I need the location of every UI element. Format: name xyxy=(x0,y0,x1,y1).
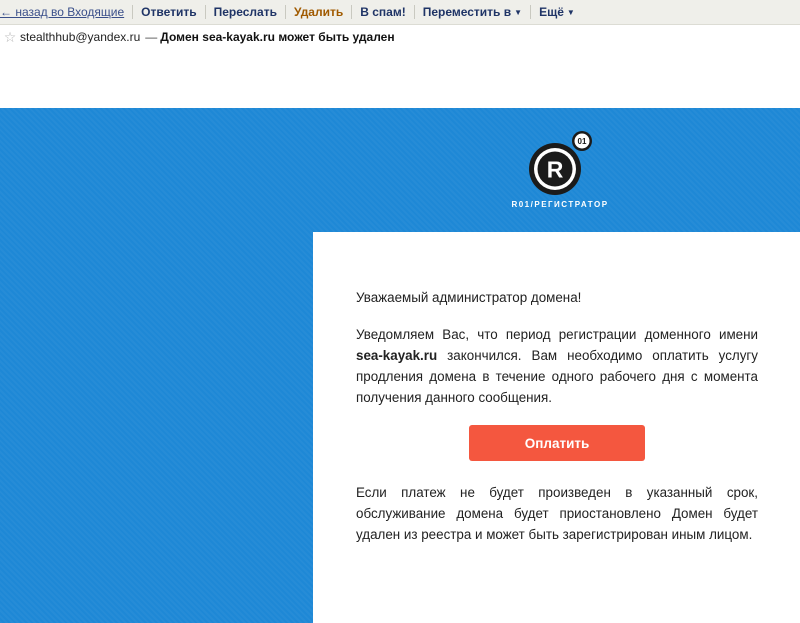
warning-paragraph: Если платеж не будет произведен в указан… xyxy=(356,485,758,542)
logo-badge: 01 xyxy=(578,137,587,146)
more-button[interactable]: Ещё ▼ xyxy=(531,5,583,19)
sender-address[interactable]: stealthhub@yandex.ru xyxy=(20,30,140,44)
r01-registrar-logo: R 01 xyxy=(529,131,592,195)
delete-button[interactable]: Удалить xyxy=(286,5,351,19)
message-subject: Домен sea-kayak.ru может быть удален xyxy=(160,30,395,44)
pay-button[interactable]: Оплатить xyxy=(469,425,645,461)
back-to-inbox-link[interactable]: ← назад во Входящие xyxy=(0,5,132,19)
chevron-down-icon: ▼ xyxy=(566,8,575,17)
subject-dash: — xyxy=(145,30,158,44)
move-to-button[interactable]: Переместить в ▼ xyxy=(415,5,530,19)
reply-button[interactable]: Ответить xyxy=(133,5,204,19)
logo-letter: R xyxy=(547,157,564,183)
message-toolbar: ← назад во Входящие Ответить Переслать У… xyxy=(0,0,800,25)
notice-paragraph: Уведомляем Вас, что период регистрации д… xyxy=(356,324,758,408)
forward-button[interactable]: Переслать xyxy=(206,5,285,19)
spam-button[interactable]: В спам! xyxy=(352,5,413,19)
email-card: Уважаемый администратор домена! Уведомля… xyxy=(313,232,800,623)
message-header: ☆ stealthhub@yandex.ru — Домен sea-kayak… xyxy=(0,25,800,49)
move-to-label: Переместить в xyxy=(422,5,512,19)
notice-text-start: Уведомляем Вас, что период регистрации д… xyxy=(356,327,758,342)
logo-caption: R01/РЕГИСТРАТОР xyxy=(511,200,609,209)
chevron-down-icon: ▼ xyxy=(514,8,523,17)
star-icon[interactable]: ☆ xyxy=(0,29,20,46)
greeting-text: Уважаемый администратор домена! xyxy=(356,290,582,305)
more-label: Ещё xyxy=(539,5,564,19)
domain-name: sea-kayak.ru xyxy=(356,348,438,363)
